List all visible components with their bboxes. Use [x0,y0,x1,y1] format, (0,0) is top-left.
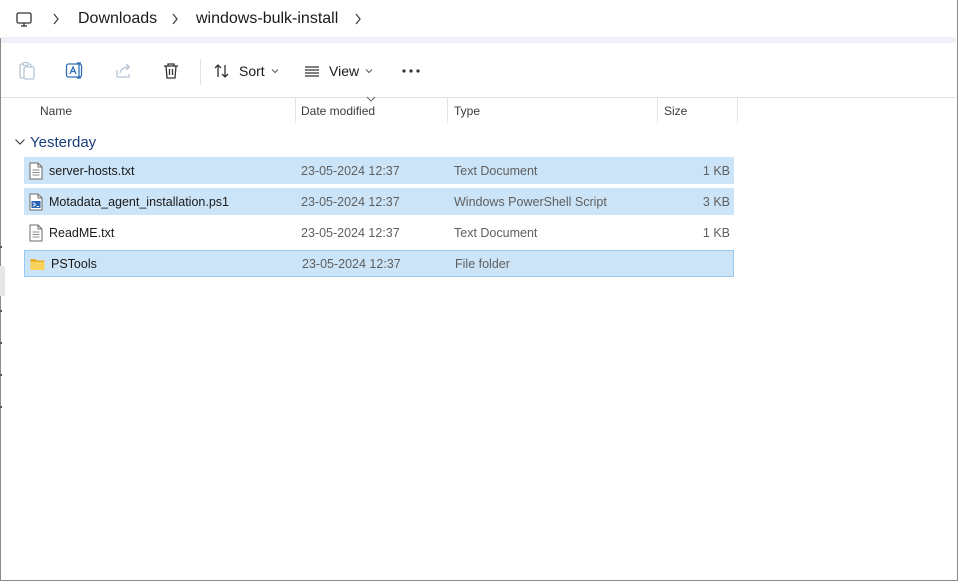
share-button[interactable] [114,57,134,85]
chevron-down-icon [15,139,25,145]
this-pc-icon[interactable] [14,9,34,29]
file-date: 23-05-2024 12:37 [302,256,401,271]
column-divider[interactable] [447,98,448,123]
resize-handle[interactable] [0,266,5,296]
file-type: Text Document [454,225,538,240]
file-name: server-hosts.txt [49,163,135,178]
sort-button[interactable]: Sort [213,57,279,85]
clipboard-icon [19,61,35,80]
sort-label: Sort [239,63,265,79]
edge-mark [0,342,2,344]
breadcrumb-windows-bulk-install[interactable]: windows-bulk-install [196,8,338,30]
file-size: 3 KB [702,194,730,209]
file-size: 1 KB [702,163,730,178]
column-divider[interactable] [657,98,658,123]
file-type: File folder [455,256,510,271]
file-size: 1 KB [702,225,730,240]
chevron-right-icon[interactable] [48,10,64,28]
column-divider[interactable] [737,98,738,123]
powershell-file-icon [29,193,43,210]
rename-button[interactable] [65,57,85,85]
file-type: Text Document [454,163,538,178]
file-date: 23-05-2024 12:37 [301,194,400,209]
file-type: Windows PowerShell Script [454,194,607,209]
file-name: PSTools [51,256,97,271]
column-header-size[interactable]: Size [664,99,687,123]
paste-button[interactable] [18,57,36,85]
breadcrumb-downloads[interactable]: Downloads [78,8,157,30]
chevron-right-icon[interactable] [350,10,366,28]
file-date: 23-05-2024 12:37 [301,225,400,240]
column-header-type[interactable]: Type [454,99,480,123]
group-label: Yesterday [30,133,97,151]
sort-icon [214,64,229,78]
file-date: 23-05-2024 12:37 [301,163,400,178]
rename-icon [65,62,83,79]
list-view-icon [305,66,319,77]
chevron-down-icon [271,69,279,74]
group-header-yesterday[interactable]: Yesterday [14,131,96,153]
file-row[interactable]: ReadME.txt 23-05-2024 12:37 Text Documen… [24,219,734,246]
column-header-date[interactable]: Date modified [301,99,375,123]
file-name-cell: PSTools [29,250,97,277]
file-name-cell: server-hosts.txt [28,157,134,184]
text-file-icon [29,162,43,179]
folder-icon [30,258,45,270]
edge-mark [0,406,2,408]
more-icon [402,69,420,73]
column-header-name[interactable]: Name [40,99,72,123]
share-icon [116,63,131,78]
file-name-cell: Motadata_agent_installation.ps1 [28,188,229,215]
file-name: Motadata_agent_installation.ps1 [49,194,229,209]
edge-mark [0,374,2,376]
edge-mark [0,246,2,248]
address-bar[interactable]: Downloads windows-bulk-install [0,0,957,38]
more-options-button[interactable] [401,57,421,85]
file-name-cell: ReadME.txt [28,219,114,246]
delete-button[interactable] [162,57,180,85]
text-file-icon [29,224,43,241]
edge-mark [0,310,2,312]
chevron-down-icon [365,69,373,74]
file-row[interactable]: Motadata_agent_installation.ps1 23-05-20… [24,188,734,215]
command-bar: Sort View [1,43,956,98]
toolbar-separator [200,59,201,85]
view-button[interactable]: View [303,57,373,85]
file-row[interactable]: PSTools 23-05-2024 12:37 File folder [24,250,734,277]
column-divider[interactable] [295,98,296,123]
trash-icon [164,63,178,79]
file-row[interactable]: server-hosts.txt 23-05-2024 12:37 Text D… [24,157,734,184]
chevron-right-icon[interactable] [167,10,183,28]
view-label: View [329,63,360,79]
file-name: ReadME.txt [49,225,115,240]
